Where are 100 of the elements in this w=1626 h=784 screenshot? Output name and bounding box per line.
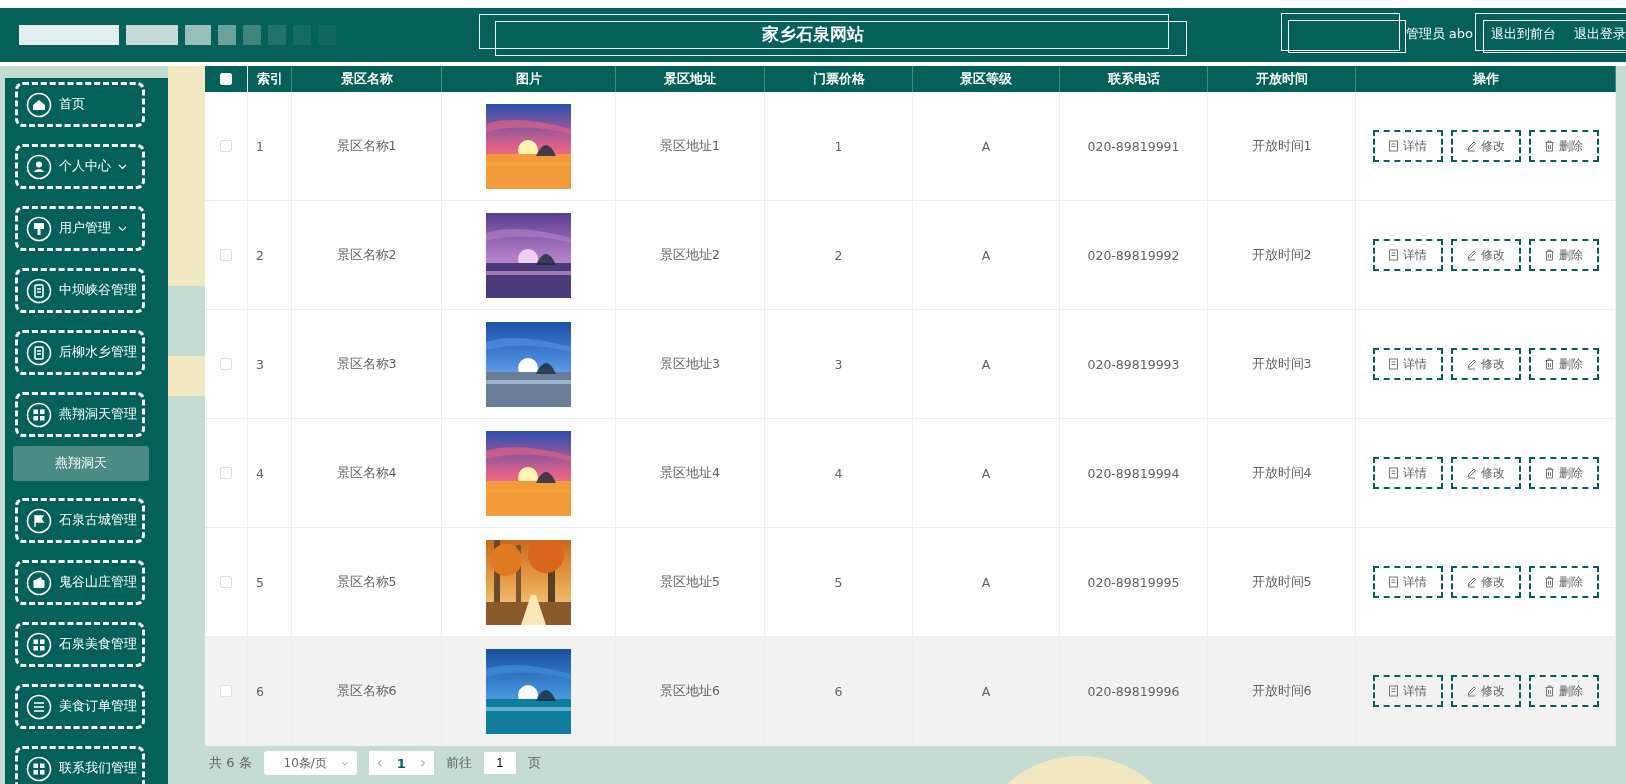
action-button[interactable]: 详情 <box>1372 348 1443 380</box>
goto-label: 前往 <box>445 754 472 772</box>
action-button[interactable]: 详情 <box>1372 130 1443 162</box>
background-panel <box>168 356 205 396</box>
document-icon <box>1388 140 1399 152</box>
header-link[interactable]: 退出登录 <box>1574 25 1626 43</box>
menu-item[interactable]: 首页 <box>15 82 145 127</box>
pencil-icon <box>1466 358 1477 370</box>
table-cell: A <box>981 465 991 481</box>
action-button[interactable]: 修改 <box>1450 348 1521 380</box>
page-input[interactable]: 1 <box>483 752 516 774</box>
grid-icon <box>26 631 52 658</box>
select-all-checkbox[interactable] <box>220 73 232 85</box>
table-cell: 6 <box>834 683 843 699</box>
user-name: 管理员 abo <box>1405 25 1473 43</box>
menu-item[interactable]: 后柳水乡管理 <box>15 330 145 375</box>
clipboard-icon <box>26 339 52 366</box>
menu-item[interactable]: 联系我们管理 <box>15 746 145 784</box>
table-cell: 020-89819994 <box>1087 465 1180 481</box>
action-button[interactable]: 删除 <box>1528 130 1599 162</box>
table-cell: 开放时间2 <box>1251 246 1312 264</box>
row-checkbox[interactable] <box>220 249 232 261</box>
table-cell: 开放时间3 <box>1251 355 1312 373</box>
table-cell: 景区名称3 <box>336 355 397 373</box>
table-cell: 开放时间5 <box>1251 573 1312 591</box>
table-cell: 6 <box>256 683 264 699</box>
action-button[interactable]: 删除 <box>1528 566 1599 598</box>
trash-icon <box>1544 358 1555 370</box>
flag-icon <box>26 507 52 534</box>
table-cell: 开放时间6 <box>1251 682 1312 700</box>
table-cell: 景区名称2 <box>336 246 397 264</box>
table-cell: 景区名称1 <box>336 137 397 155</box>
document-icon <box>1388 467 1399 479</box>
table-cell: 景区地址4 <box>660 464 720 482</box>
table-cell: A <box>981 138 991 154</box>
chevron-icon <box>118 163 127 170</box>
action-button[interactable]: 详情 <box>1372 457 1443 489</box>
table-cell: 2 <box>256 247 264 263</box>
table-cell: 020-89819996 <box>1087 683 1180 699</box>
table-cell: 020-89819992 <box>1087 247 1180 263</box>
menu-item[interactable]: 燕翔洞天管理 <box>15 392 145 437</box>
table-cell: A <box>981 247 991 263</box>
user-icon <box>26 153 52 180</box>
table-cell: 020-89819991 <box>1087 138 1180 154</box>
table-cell: 5 <box>256 574 264 590</box>
chevron-icon <box>340 760 349 766</box>
page-number[interactable]: 1 <box>396 755 406 771</box>
chevron-icon <box>118 225 127 232</box>
table-cell: 景区地址5 <box>660 573 720 591</box>
pencil-icon <box>1466 467 1477 479</box>
action-button[interactable]: 修改 <box>1450 457 1521 489</box>
action-button[interactable]: 删除 <box>1528 675 1599 707</box>
action-button[interactable]: 修改 <box>1450 675 1521 707</box>
action-button[interactable]: 详情 <box>1372 239 1443 271</box>
trash-icon <box>1544 685 1555 697</box>
pencil-icon <box>1466 249 1477 261</box>
table-cell: A <box>981 574 991 590</box>
row-checkbox[interactable] <box>220 140 232 152</box>
table-cell: 4 <box>256 465 264 481</box>
menu-item[interactable]: 石泉古城管理 <box>15 498 145 543</box>
table-cell: A <box>981 683 991 699</box>
table-cell: 2 <box>834 247 843 263</box>
table-cell: 4 <box>834 465 843 481</box>
document-icon <box>1388 249 1399 261</box>
menu-item[interactable]: 石泉美食管理 <box>15 622 145 667</box>
action-button[interactable]: 详情 <box>1372 675 1443 707</box>
page-unit: 页 <box>527 754 541 772</box>
header-link[interactable]: 退出到前台 <box>1491 25 1556 43</box>
table-cell: 5 <box>834 574 843 590</box>
wallet-icon <box>26 569 52 596</box>
grid-icon <box>26 755 52 782</box>
total-count: 共 6 条 <box>209 754 252 772</box>
row-checkbox[interactable] <box>220 576 232 588</box>
submenu-item[interactable]: 燕翔洞天 <box>13 446 149 481</box>
table-cell: 3 <box>834 356 843 372</box>
action-button[interactable]: 删除 <box>1528 457 1599 489</box>
action-button[interactable]: 删除 <box>1528 239 1599 271</box>
menu-item[interactable]: 个人中心 <box>15 144 145 189</box>
action-button[interactable]: 修改 <box>1450 566 1521 598</box>
action-button[interactable]: 修改 <box>1450 130 1521 162</box>
action-button[interactable]: 修改 <box>1450 239 1521 271</box>
row-checkbox[interactable] <box>220 467 232 479</box>
page-size-select[interactable]: 10条/页 <box>263 751 357 775</box>
trash-icon <box>1544 140 1555 152</box>
table-cell: 1 <box>834 138 843 154</box>
row-checkbox[interactable] <box>220 358 232 370</box>
menu-item[interactable]: 用户管理 <box>15 206 145 251</box>
action-button[interactable]: 详情 <box>1372 566 1443 598</box>
row-checkbox[interactable] <box>220 685 232 697</box>
table-cell: 景区名称6 <box>336 682 397 700</box>
table-cell: 景区地址3 <box>660 355 720 373</box>
action-button[interactable]: 删除 <box>1528 348 1599 380</box>
clipboard-icon <box>26 277 52 304</box>
table-cell: 020-89819993 <box>1087 356 1180 372</box>
document-icon <box>1388 358 1399 370</box>
grid-icon <box>26 401 52 428</box>
menu-item[interactable]: 中坝峡谷管理 <box>15 268 145 313</box>
menu-item[interactable]: 鬼谷山庄管理 <box>15 560 145 605</box>
menu-item[interactable]: 美食订单管理 <box>15 684 145 729</box>
trash-icon <box>1544 576 1555 588</box>
